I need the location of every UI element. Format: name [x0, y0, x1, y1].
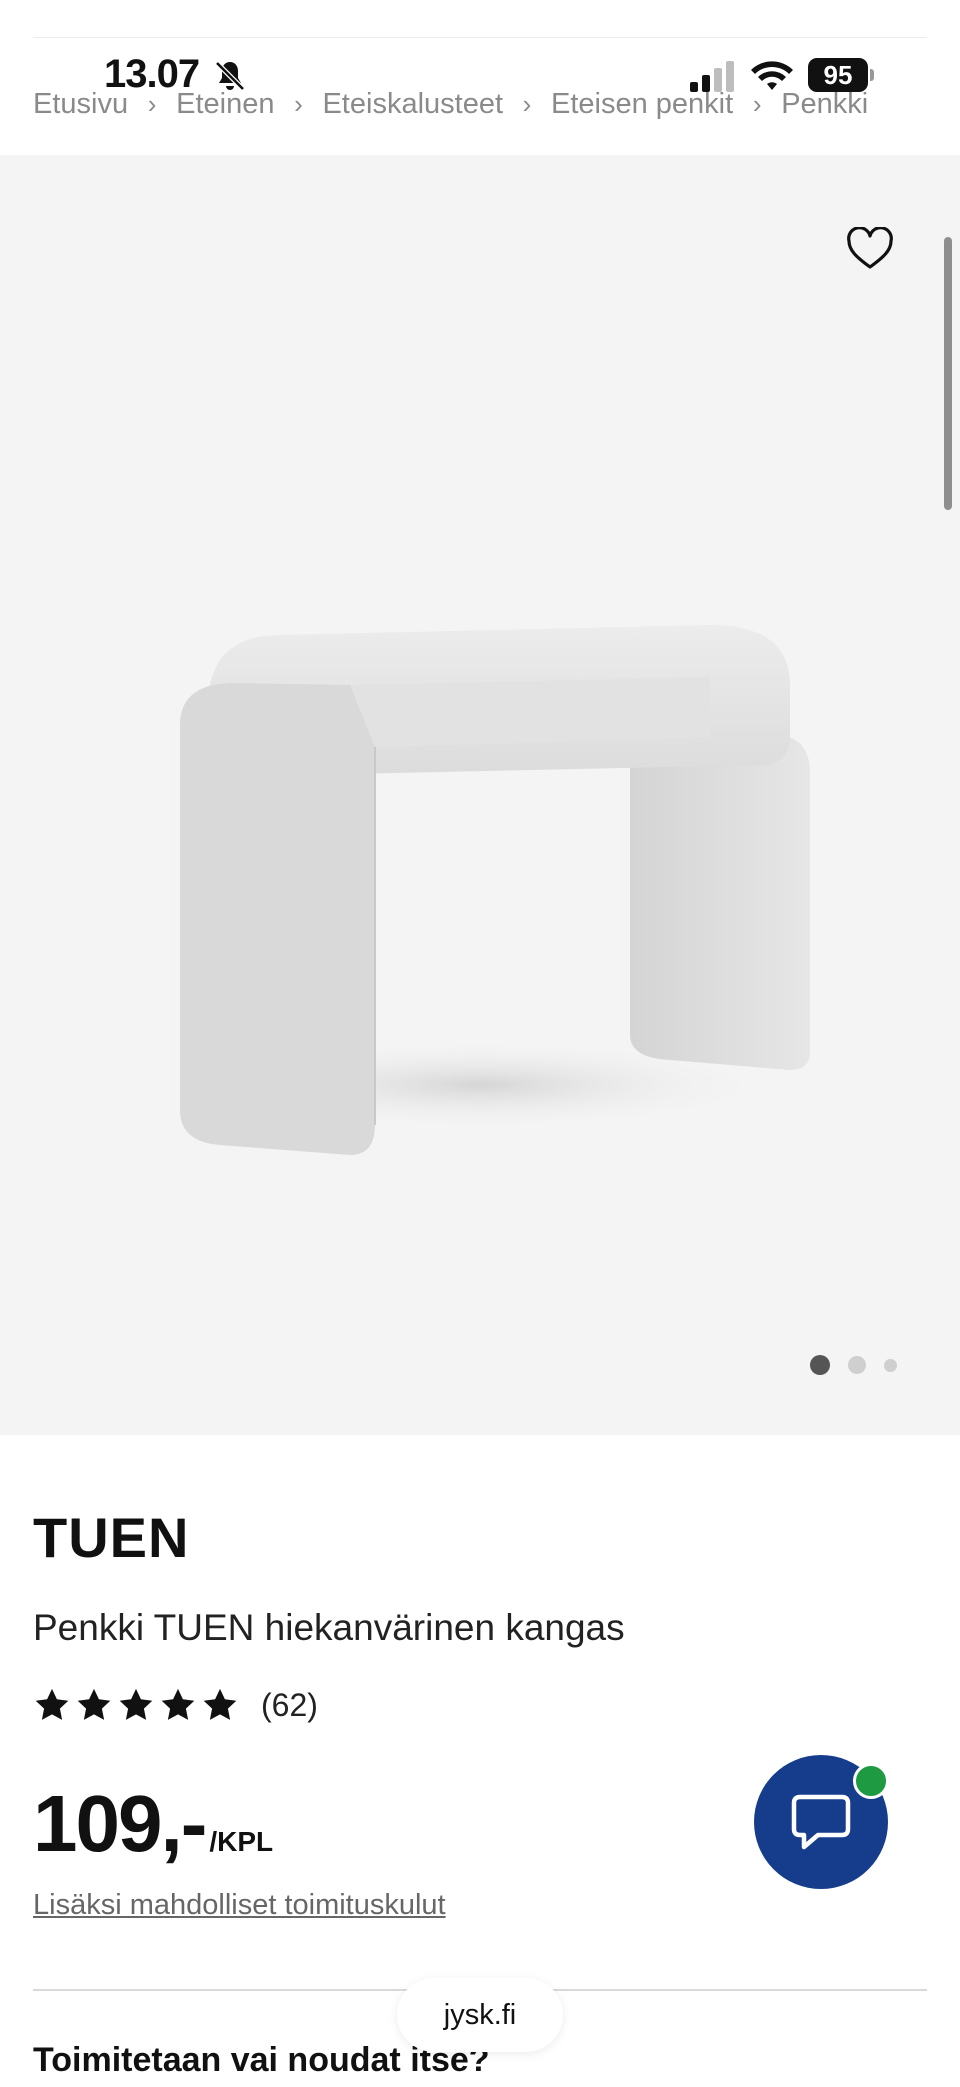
gallery-dot-3[interactable] [884, 1358, 897, 1372]
status-bar: 13.07 95 [0, 48, 960, 108]
browser-url-pill[interactable]: jysk.fi [397, 1978, 563, 2052]
status-time: 13.07 [104, 52, 200, 96]
gallery-pagination [810, 1355, 897, 1375]
product-rating[interactable]: (62) [33, 1686, 318, 1724]
star-icon [77, 1688, 111, 1720]
star-icon [161, 1688, 195, 1720]
product-image[interactable] [150, 565, 820, 1175]
heart-icon[interactable] [846, 227, 894, 271]
bell-muted-icon [215, 61, 245, 91]
wifi-icon [751, 61, 793, 90]
product-brand: TUEN [33, 1506, 190, 1569]
rating-count[interactable]: (62) [261, 1687, 318, 1724]
gallery-dot-1[interactable] [810, 1355, 830, 1375]
product-name: Penkki TUEN hiekanvärinen kangas [33, 1607, 625, 1648]
star-icon [35, 1688, 69, 1720]
battery-level: 95 [808, 58, 868, 92]
price-value: 109,- [33, 1779, 207, 1868]
cellular-signal-icon [690, 61, 734, 92]
product-gallery[interactable] [0, 155, 960, 1435]
page-scrollbar[interactable] [944, 237, 952, 510]
top-divider [33, 37, 927, 38]
chat-bubble-icon [791, 1794, 851, 1850]
battery-icon: 95 [808, 58, 874, 94]
star-icon [119, 1688, 153, 1720]
delivery-costs-link[interactable]: Lisäksi mahdolliset toimituskulut [33, 1889, 446, 1922]
rating-stars [33, 1686, 239, 1724]
battery-cap [870, 69, 874, 81]
gallery-dot-2[interactable] [848, 1356, 866, 1374]
star-icon [203, 1688, 237, 1720]
product-price: 109,- /KPL [33, 1778, 273, 1870]
chat-online-badge [853, 1763, 889, 1799]
price-unit: /KPL [209, 1826, 274, 1857]
